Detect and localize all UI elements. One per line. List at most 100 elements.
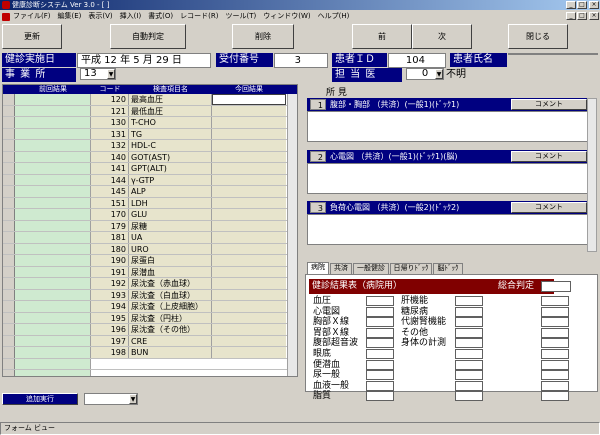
menu-record[interactable]: レコード(R) xyxy=(180,11,218,22)
findings-scrollbar[interactable] xyxy=(587,98,597,252)
row-selector[interactable] xyxy=(3,128,15,139)
table-row[interactable]: 197 CRE xyxy=(3,335,297,347)
row-selector[interactable] xyxy=(3,370,15,376)
table-row[interactable]: 181 UA xyxy=(3,232,297,244)
menu-file[interactable]: ファイル(F) xyxy=(13,11,51,22)
comment-button[interactable]: コメント xyxy=(511,202,587,213)
result-item-field[interactable] xyxy=(366,306,394,317)
row-selector[interactable] xyxy=(3,324,15,335)
current-result-input[interactable] xyxy=(212,105,286,116)
finding-text-area[interactable] xyxy=(307,214,595,245)
table-row[interactable]: 198 BUN xyxy=(3,347,297,359)
result-item-field[interactable] xyxy=(366,317,394,328)
row-selector[interactable] xyxy=(3,163,15,174)
current-result-input[interactable] xyxy=(212,140,286,151)
delete-button[interactable]: 削除 xyxy=(232,24,294,49)
current-result-input[interactable] xyxy=(212,209,286,220)
current-result-input[interactable] xyxy=(212,301,286,312)
table-row[interactable]: 121 最低血圧 xyxy=(3,105,297,117)
exam-date-field[interactable]: 平成 12 年 5 月 29 日 xyxy=(77,53,211,68)
finding-text-area[interactable] xyxy=(307,111,595,142)
row-selector[interactable] xyxy=(3,335,15,346)
table-row[interactable]: 190 尿蛋白 xyxy=(3,255,297,267)
row-selector[interactable] xyxy=(3,197,15,208)
result-item-field[interactable] xyxy=(541,327,569,338)
table-row[interactable]: 120 最高血圧 xyxy=(3,94,297,106)
table-row[interactable]: 195 尿沈査（円柱） xyxy=(3,312,297,324)
current-result-input[interactable] xyxy=(212,197,286,208)
next-record-button[interactable]: 次 xyxy=(412,24,472,49)
result-item-field[interactable] xyxy=(366,327,394,338)
row-selector[interactable] xyxy=(3,220,15,231)
result-item-field[interactable] xyxy=(541,349,569,359)
prev-record-button[interactable]: 前 xyxy=(352,24,412,49)
row-selector[interactable] xyxy=(3,347,15,358)
patient-id-field[interactable]: 104 xyxy=(388,53,446,68)
table-row[interactable]: 193 尿沈査（白血球） xyxy=(3,289,297,301)
menu-edit[interactable]: 編集(E) xyxy=(58,11,82,22)
update-button[interactable]: 更新 xyxy=(2,24,62,49)
chevron-down-icon[interactable]: ▼ xyxy=(129,394,137,404)
table-row[interactable]: 132 HDL-C xyxy=(3,140,297,152)
add-item-select[interactable]: ▼ xyxy=(84,393,138,405)
office-select[interactable]: 13 ▼ xyxy=(80,68,116,80)
result-item-field[interactable] xyxy=(455,349,483,359)
result-item-field[interactable] xyxy=(455,391,483,402)
close-window-button[interactable]: × xyxy=(589,1,599,9)
table-row[interactable]: 140 GOT(AST) xyxy=(3,151,297,163)
empty-table-row[interactable] xyxy=(3,358,297,370)
result-item-field[interactable] xyxy=(455,306,483,317)
menu-format[interactable]: 書式(O) xyxy=(148,11,173,22)
document-icon[interactable] xyxy=(2,12,10,21)
minimize-button[interactable]: _ xyxy=(566,1,576,9)
result-item-field[interactable] xyxy=(541,380,569,391)
row-selector[interactable] xyxy=(3,186,15,197)
row-selector[interactable] xyxy=(3,140,15,151)
result-item-field[interactable] xyxy=(455,317,483,328)
menu-insert[interactable]: 挿入(I) xyxy=(120,11,142,22)
result-item-field[interactable] xyxy=(541,391,569,402)
menu-tools[interactable]: ツール(T) xyxy=(226,11,257,22)
table-row[interactable]: 196 尿沈査（その他） xyxy=(3,324,297,336)
table-scrollbar[interactable] xyxy=(287,94,297,376)
result-item-field[interactable] xyxy=(455,338,483,349)
current-result-input[interactable] xyxy=(212,163,286,174)
menu-window[interactable]: ウィンドウ(W) xyxy=(263,11,310,22)
doc-close-button[interactable]: × xyxy=(589,12,599,20)
empty-table-row[interactable] xyxy=(3,370,297,376)
result-item-field[interactable] xyxy=(455,327,483,338)
result-item-field[interactable] xyxy=(541,370,569,381)
result-item-field[interactable] xyxy=(366,349,394,359)
current-result-input[interactable] xyxy=(212,151,286,162)
doctor-select[interactable]: 0 ▼ xyxy=(406,68,444,80)
row-selector[interactable] xyxy=(3,209,15,220)
current-result-input[interactable] xyxy=(212,220,286,231)
result-item-field[interactable] xyxy=(541,306,569,317)
current-result-input[interactable] xyxy=(212,117,286,128)
result-item-field[interactable] xyxy=(541,359,569,370)
current-result-input[interactable] xyxy=(212,94,286,105)
current-result-input[interactable] xyxy=(212,347,286,358)
result-item-field[interactable] xyxy=(541,317,569,328)
overall-judgment-field[interactable] xyxy=(541,281,571,292)
patient-name-field[interactable] xyxy=(508,53,598,55)
row-selector[interactable] xyxy=(3,174,15,185)
tab-day-dock[interactable]: 日帰りﾄﾞｯｸ xyxy=(390,263,432,274)
row-selector[interactable] xyxy=(3,312,15,323)
table-row[interactable]: 180 URO xyxy=(3,243,297,255)
row-selector[interactable] xyxy=(3,105,15,116)
current-result-input[interactable] xyxy=(212,335,286,346)
auto-judge-button[interactable]: 自動判定 xyxy=(110,24,186,49)
row-selector[interactable] xyxy=(3,94,15,105)
result-item-field[interactable] xyxy=(366,296,394,306)
result-item-field[interactable] xyxy=(455,359,483,370)
menu-view[interactable]: 表示(V) xyxy=(88,11,112,22)
current-result-input[interactable] xyxy=(212,289,286,300)
current-result-input[interactable] xyxy=(212,243,286,254)
table-row[interactable]: 194 尿沈査（上皮細胞） xyxy=(3,301,297,313)
table-row[interactable]: 141 GPT(ALT) xyxy=(3,163,297,175)
row-selector[interactable] xyxy=(3,358,15,369)
result-item-field[interactable] xyxy=(366,370,394,381)
current-result-input[interactable] xyxy=(212,128,286,139)
current-result-input[interactable] xyxy=(212,232,286,243)
